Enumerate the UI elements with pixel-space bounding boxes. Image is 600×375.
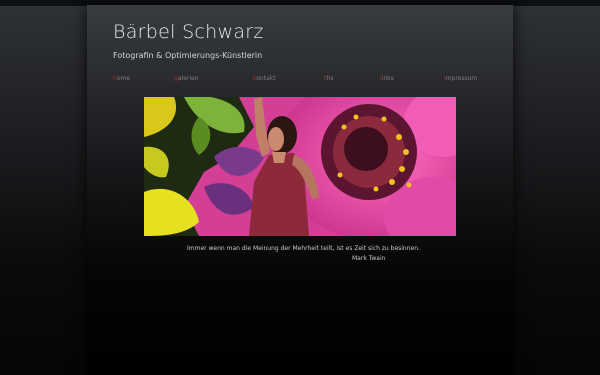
- hero-artwork: [144, 97, 456, 236]
- nav-item-links[interactable]: links: [380, 75, 394, 82]
- site-subtitle: Fotografin & Optimierungs-Künstlerin: [113, 51, 263, 60]
- main-navigation: home galerien kontakt thx links impressu…: [87, 75, 513, 87]
- nav-item-label: inks: [381, 75, 394, 82]
- nav-item-label: mpressum: [445, 75, 478, 82]
- nav-item-label: ome: [116, 75, 131, 82]
- nav-item-label: alerien: [177, 75, 199, 82]
- hero-image: [144, 97, 456, 236]
- nav-item-kontakt[interactable]: kontakt: [253, 75, 276, 82]
- nav-item-galerien[interactable]: galerien: [174, 75, 198, 82]
- nav-item-home[interactable]: home: [113, 75, 130, 82]
- nav-item-label: ontakt: [256, 75, 276, 82]
- nav-item-label: hx: [326, 75, 334, 82]
- quote-text: Immer wenn man die Meinung der Mehrheit …: [187, 245, 420, 252]
- quote-author: Mark Twain: [352, 255, 386, 262]
- page-container: Bärbel Schwarz Fotografin & Optimierungs…: [87, 5, 513, 375]
- nav-item-thx[interactable]: thx: [324, 75, 334, 82]
- site-title[interactable]: Bärbel Schwarz: [113, 21, 264, 43]
- nav-item-impressum[interactable]: impressum: [444, 75, 477, 82]
